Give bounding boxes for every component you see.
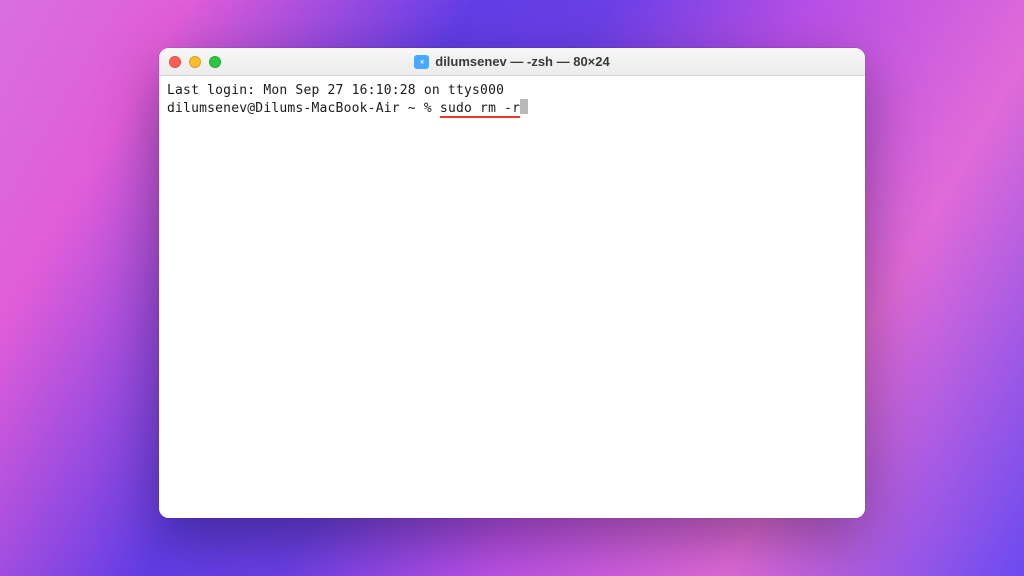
terminal-body: Last login: Mon Sep 27 16:10:28 on ttys0… [159,76,865,518]
window-controls [169,56,221,68]
window-title: dilumsenev — -zsh — 80×24 [435,54,609,69]
window-titlebar: dilumsenev — -zsh — 80×24 [159,48,865,76]
terminal-input-area[interactable] [159,76,865,518]
minimize-button-icon[interactable] [189,56,201,68]
terminal-window: dilumsenev — -zsh — 80×24 Last login: Mo… [159,48,865,518]
close-button-icon[interactable] [169,56,181,68]
terminal-app-icon [414,55,429,69]
zoom-button-icon[interactable] [209,56,221,68]
window-title-wrap: dilumsenev — -zsh — 80×24 [159,48,865,75]
